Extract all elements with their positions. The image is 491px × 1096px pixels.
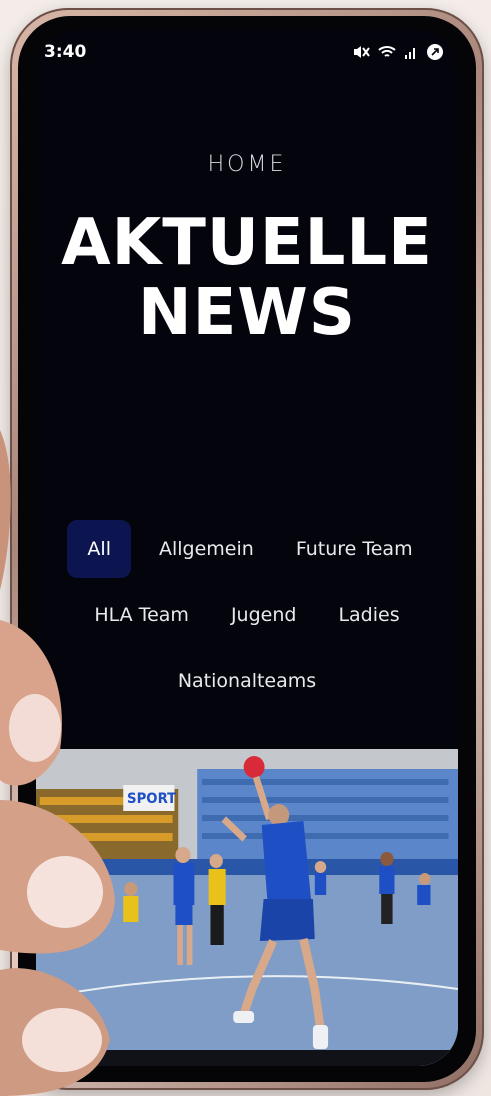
category-filter: All Allgemein Future Team HLA Team Jugen… [36, 520, 458, 718]
wifi-icon [378, 45, 396, 59]
filter-allgemein[interactable]: Allgemein [145, 520, 268, 578]
mute-icon [352, 44, 370, 60]
filter-all[interactable]: All [67, 520, 131, 578]
filter-nationalteams[interactable]: Nationalteams [164, 652, 330, 710]
filter-ladies[interactable]: Ladies [324, 586, 413, 644]
filter-hla-team[interactable]: HLA Team [80, 586, 203, 644]
filter-row-2: HLA Team Jugend Ladies [36, 586, 458, 644]
news-image[interactable]: SPORT [36, 749, 458, 1066]
filter-jugend[interactable]: Jugend [217, 586, 311, 644]
status-bar: 3:40 [36, 30, 458, 74]
filter-future-team[interactable]: Future Team [282, 520, 427, 578]
screen: 3:40 HOME AKTUELLE NEWS All Allgemein Fu… [36, 30, 458, 1066]
title-line-1: AKTUELLE [61, 206, 433, 280]
battery-icon [426, 43, 444, 61]
status-icons [352, 43, 444, 61]
banner-text: SPORT [127, 791, 177, 807]
bottom-strip [36, 1050, 458, 1066]
status-time: 3:40 [44, 42, 87, 62]
page-title: AKTUELLE NEWS [36, 208, 458, 348]
handball-photo: SPORT [36, 749, 458, 1066]
signal-icon [404, 45, 418, 59]
filter-row-3: Nationalteams [36, 652, 458, 710]
phone-frame: 3:40 HOME AKTUELLE NEWS All Allgemein Fu… [10, 8, 484, 1090]
filter-row-1: All Allgemein Future Team [36, 520, 458, 578]
breadcrumb-home[interactable]: HOME [36, 152, 458, 177]
phone-bezel: 3:40 HOME AKTUELLE NEWS All Allgemein Fu… [18, 16, 476, 1082]
title-line-2: NEWS [138, 276, 356, 350]
